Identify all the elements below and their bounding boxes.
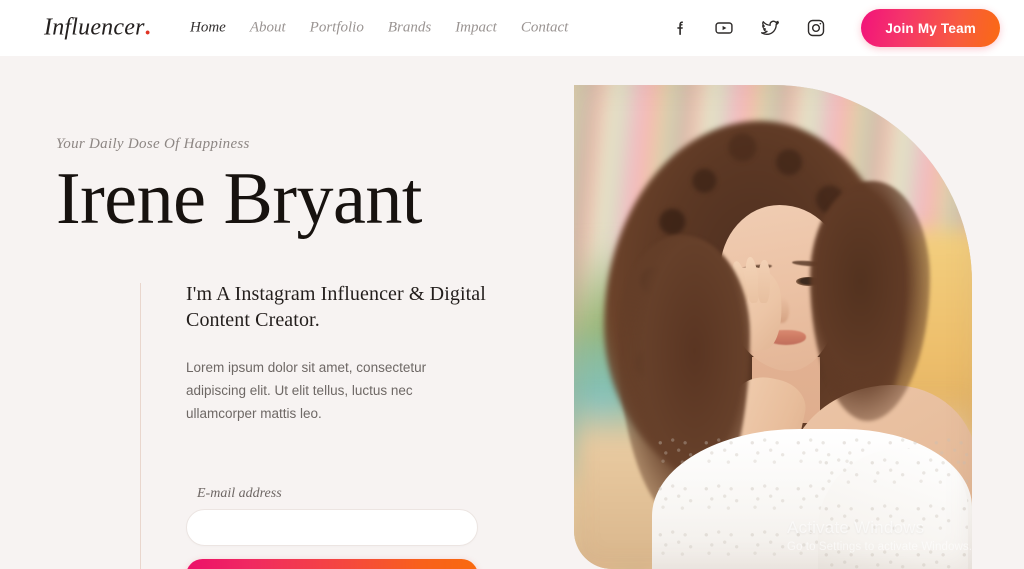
- facebook-icon[interactable]: [668, 18, 688, 38]
- youtube-icon[interactable]: [714, 18, 734, 38]
- nav-item-impact[interactable]: Impact: [455, 20, 497, 37]
- join-my-team-button[interactable]: Join My Team: [861, 9, 1000, 47]
- site-header: Influencer. Home About Portfolio Brands …: [0, 0, 1024, 56]
- social-links: [668, 18, 826, 38]
- hero-body-text: Lorem ipsum dolor sit amet, consectetur …: [186, 359, 427, 422]
- hero-content: Your Daily Dose Of Happiness Irene Bryan…: [0, 56, 560, 569]
- nav-item-brands[interactable]: Brands: [388, 20, 431, 37]
- nav-item-contact[interactable]: Contact: [521, 20, 569, 37]
- hero-portrait-image: [574, 85, 972, 569]
- brand-logo[interactable]: Influencer.: [44, 15, 151, 42]
- portrait-photo: [574, 85, 972, 569]
- instagram-icon[interactable]: [806, 18, 826, 38]
- hero-tagline: I'm A Instagram Influencer & Digital Con…: [186, 283, 486, 332]
- vertical-divider: [140, 283, 141, 569]
- brand-logo-text: Influencer: [44, 14, 145, 41]
- nav-item-portfolio[interactable]: Portfolio: [310, 20, 364, 37]
- hero-eyebrow: Your Daily Dose Of Happiness: [56, 136, 250, 152]
- email-field-label: E-mail address: [197, 486, 282, 501]
- main-navigation: Home About Portfolio Brands Impact Conta…: [190, 20, 568, 37]
- brand-logo-dot: .: [144, 14, 151, 41]
- page-title: Irene Bryant: [56, 158, 422, 240]
- email-field[interactable]: [186, 509, 478, 546]
- twitter-icon[interactable]: [760, 18, 780, 38]
- nav-item-home[interactable]: Home: [190, 20, 226, 37]
- nav-item-about[interactable]: About: [250, 20, 286, 37]
- subscribe-button[interactable]: Subscribe Now: [186, 559, 478, 569]
- photo-vignette: [574, 85, 972, 569]
- hero-description-block: I'm A Instagram Influencer & Digital Con…: [186, 281, 486, 425]
- landing-page: Influencer. Home About Portfolio Brands …: [0, 0, 1024, 569]
